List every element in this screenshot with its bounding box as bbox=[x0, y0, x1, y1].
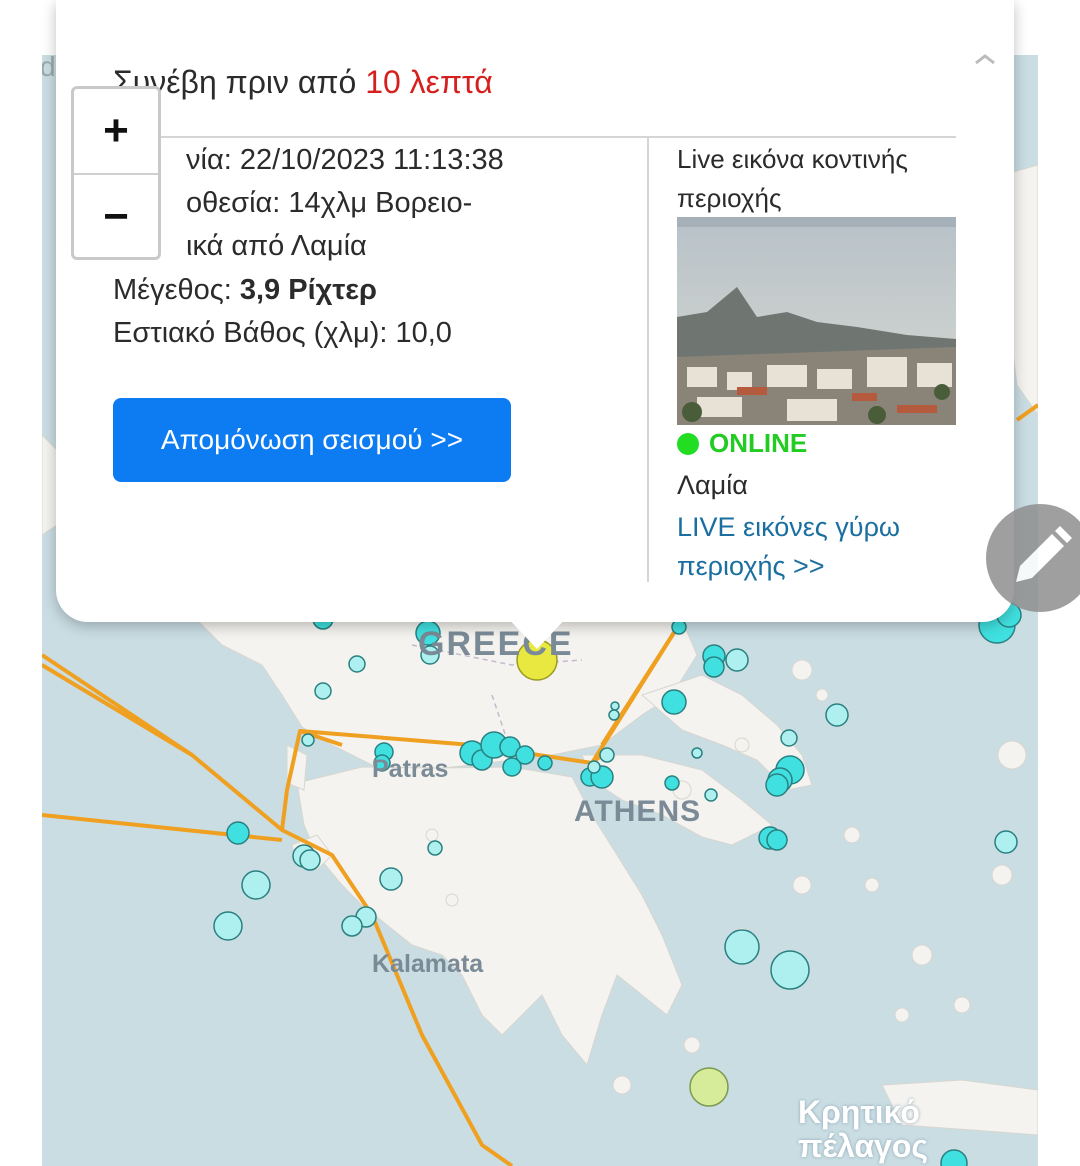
live-link-line1: LIVE εικόνες γύρω bbox=[677, 512, 901, 542]
occurred-line: Συνέβη πριν από 10 λεπτά bbox=[113, 64, 493, 101]
popup-close-icon[interactable] bbox=[974, 52, 996, 65]
quake-marker bbox=[610, 701, 620, 711]
magnitude-line: Μέγεθος: 3,9 Ρίχτερ bbox=[113, 274, 377, 307]
map-label-kalamata: Kalamata bbox=[372, 950, 484, 978]
quake-marker bbox=[587, 760, 601, 774]
status-row: ONLINE bbox=[677, 428, 807, 459]
online-status: ONLINE bbox=[709, 428, 808, 458]
date-line: νία: 22/10/2023 11:13:38 bbox=[186, 144, 504, 176]
quake-marker bbox=[608, 709, 620, 721]
zoom-in-button[interactable]: + bbox=[74, 89, 158, 173]
quake-marker bbox=[299, 849, 321, 871]
quake-marker bbox=[301, 733, 315, 747]
quake-marker bbox=[689, 1067, 729, 1107]
zoom-out-button[interactable]: − bbox=[74, 173, 158, 259]
quake-marker bbox=[502, 757, 522, 777]
quake-marker bbox=[780, 729, 798, 747]
live-images-link[interactable]: LIVE εικόνες γύρω περιοχής >> bbox=[677, 508, 900, 586]
quake-marker bbox=[725, 648, 749, 672]
quake-marker bbox=[241, 870, 271, 900]
online-dot-icon bbox=[677, 432, 699, 455]
depth-line: Εστιακό Βάθος (χλμ): 10,0 bbox=[113, 317, 452, 349]
quake-marker bbox=[537, 755, 553, 771]
quake-marker bbox=[379, 867, 403, 891]
quake-marker bbox=[765, 773, 789, 797]
occurred-value: 10 λεπτά bbox=[365, 64, 493, 100]
quake-marker bbox=[766, 829, 788, 851]
cretan-sea-line1: Κρητικό bbox=[798, 1094, 920, 1130]
quake-marker bbox=[770, 950, 810, 990]
quake-marker bbox=[314, 682, 332, 700]
quake-marker bbox=[661, 689, 687, 715]
quake-marker bbox=[724, 929, 760, 965]
quake-marker bbox=[341, 915, 363, 937]
camera-title-line2: περιοχής bbox=[677, 183, 782, 213]
map-label-patras: Patras bbox=[372, 755, 449, 783]
quake-marker bbox=[671, 619, 687, 635]
quake-marker bbox=[599, 747, 615, 763]
quake-marker bbox=[994, 830, 1018, 854]
zoom-control: + − bbox=[71, 86, 161, 260]
quake-marker bbox=[940, 1149, 968, 1166]
earthquake-popup: Συνέβη πριν από 10 λεπτά νία: 22/10/2023… bbox=[56, 0, 1014, 622]
location-line1: οθεσία: 14χλμ Βορειο- bbox=[186, 187, 473, 219]
magnitude-label: Μέγεθος: bbox=[113, 274, 240, 306]
map-edge-label: d bbox=[42, 55, 56, 82]
magnitude-value: 3,9 Ρίχτερ bbox=[239, 274, 377, 306]
live-camera-image[interactable] bbox=[677, 217, 956, 425]
map-label-cretan-sea: Κρητικό πέλαγος bbox=[798, 1095, 928, 1163]
pencil-icon bbox=[1016, 526, 1072, 582]
quake-marker bbox=[213, 911, 243, 941]
camera-title-line1: Live εικόνα κοντινής bbox=[677, 144, 908, 174]
quake-marker bbox=[664, 775, 680, 791]
edit-fab-button[interactable] bbox=[986, 504, 1080, 612]
quake-marker bbox=[427, 840, 443, 856]
map-label-athens: ATHENS bbox=[574, 795, 702, 828]
live-link-line2: περιοχής >> bbox=[677, 551, 825, 581]
popup-divider bbox=[113, 136, 956, 138]
quake-marker bbox=[348, 655, 366, 673]
quake-marker bbox=[704, 788, 718, 802]
quake-marker bbox=[226, 821, 250, 845]
camera-city: Λαμία bbox=[677, 470, 748, 500]
location-line2: ικά από Λαμία bbox=[186, 230, 367, 262]
column-divider bbox=[647, 138, 649, 582]
quake-marker bbox=[691, 747, 703, 759]
quake-marker bbox=[703, 656, 725, 678]
cretan-sea-line2: πέλαγος bbox=[798, 1128, 928, 1164]
popup-pointer bbox=[505, 615, 569, 649]
quake-marker bbox=[825, 703, 849, 727]
isolate-quake-button[interactable]: Απομόνωση σεισμού >> bbox=[113, 398, 511, 482]
